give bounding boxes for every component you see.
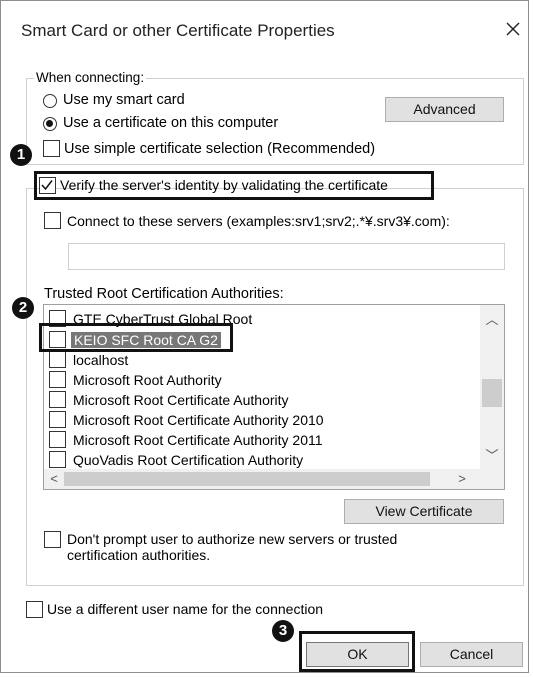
step-marker-3: 3: [272, 620, 294, 642]
list-item-checkbox[interactable]: [49, 411, 66, 428]
use-certificate-radio[interactable]: [43, 117, 57, 131]
step-marker-1: 1: [10, 144, 32, 166]
use-smart-card-radio[interactable]: [43, 94, 57, 108]
certificate-properties-dialog: Smart Card or other Certificate Properti…: [0, 0, 529, 673]
different-user-label[interactable]: Use a different user name for the connec…: [47, 601, 323, 617]
verify-server-label[interactable]: Verify the server's identity by validati…: [60, 177, 388, 193]
checkmark-icon: [41, 180, 53, 191]
use-certificate-label[interactable]: Use a certificate on this computer: [63, 115, 278, 131]
servers-input[interactable]: [68, 243, 505, 270]
vertical-scrollbar[interactable]: ︿ ﹀: [480, 305, 504, 469]
list-item-checkbox[interactable]: [49, 431, 66, 448]
horizontal-scrollbar[interactable]: < >: [44, 469, 504, 489]
scroll-down-icon[interactable]: ﹀: [480, 445, 504, 464]
list-item-label: Microsoft Root Certificate Authority: [73, 392, 289, 408]
horizontal-scroll-thumb[interactable]: [64, 472, 430, 486]
dont-prompt-line2: certification authorities.: [67, 547, 211, 563]
list-item-checkbox[interactable]: [49, 371, 66, 388]
connect-servers-label[interactable]: Connect to these servers (examples:srv1;…: [67, 213, 450, 229]
verify-server-checkbox[interactable]: [39, 177, 56, 194]
list-item-label: QuoVadis Root Certification Authority: [73, 452, 304, 468]
close-icon: [506, 22, 520, 36]
list-item-label: localhost: [73, 352, 129, 368]
use-smart-card-label[interactable]: Use my smart card: [63, 92, 185, 108]
connect-servers-checkbox[interactable]: [44, 212, 61, 229]
dont-prompt-label[interactable]: Don't prompt user to authorize new serve…: [67, 531, 397, 563]
vertical-scroll-thumb[interactable]: [482, 379, 502, 407]
simple-selection-checkbox[interactable]: [43, 140, 60, 157]
step-marker-2: 2: [12, 297, 34, 319]
view-certificate-button[interactable]: View Certificate: [344, 499, 504, 524]
list-item-label: Microsoft Root Certificate Authority 201…: [73, 412, 324, 428]
different-user-checkbox[interactable]: [26, 601, 43, 618]
ok-button[interactable]: OK: [306, 642, 409, 667]
dialog-title: Smart Card or other Certificate Properti…: [21, 21, 335, 40]
when-connecting-legend: When connecting:: [34, 70, 147, 85]
simple-selection-label[interactable]: Use simple certificate selection (Recomm…: [64, 141, 375, 157]
keio-item-highlight: [39, 323, 233, 352]
list-item-label: Microsoft Root Certificate Authority 201…: [73, 432, 323, 448]
scroll-up-icon[interactable]: ︿: [480, 309, 504, 328]
dont-prompt-checkbox[interactable]: [44, 531, 61, 548]
list-item-checkbox[interactable]: [49, 391, 66, 408]
close-button[interactable]: [498, 14, 528, 44]
list-item-checkbox[interactable]: [49, 351, 66, 368]
scroll-right-icon[interactable]: >: [456, 471, 468, 486]
cancel-button[interactable]: Cancel: [420, 642, 523, 667]
list-item-checkbox[interactable]: [49, 451, 66, 468]
scroll-left-icon[interactable]: <: [48, 471, 60, 486]
list-item-label: Microsoft Root Authority: [73, 372, 222, 388]
trusted-root-label: Trusted Root Certification Authorities:: [44, 286, 284, 302]
dont-prompt-line1: Don't prompt user to authorize new serve…: [67, 531, 398, 547]
advanced-button[interactable]: Advanced: [385, 97, 504, 122]
